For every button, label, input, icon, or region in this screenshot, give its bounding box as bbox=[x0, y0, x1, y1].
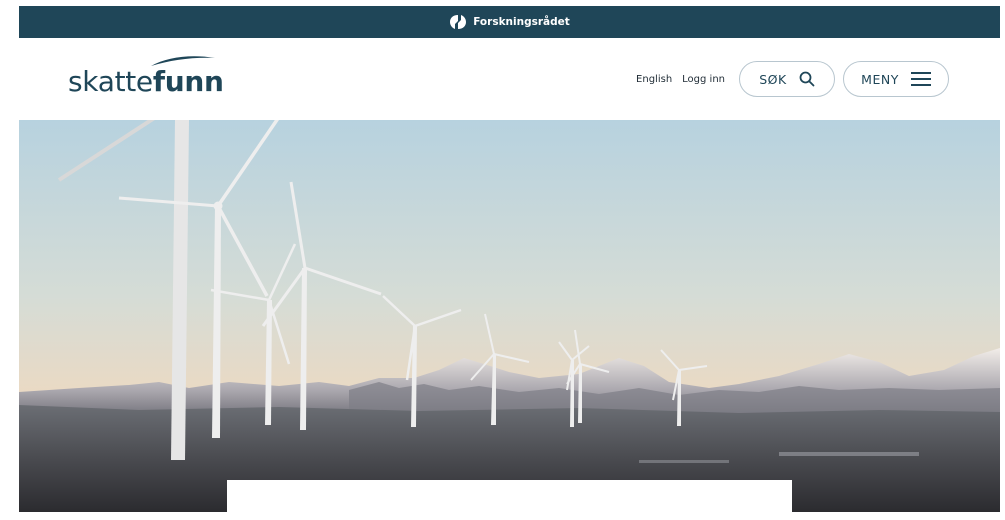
login-link[interactable]: Logg inn bbox=[682, 74, 725, 85]
logo-swoosh-icon bbox=[151, 56, 215, 66]
wind-turbines-photo bbox=[19, 120, 1000, 512]
skattefunn-logo[interactable]: skattefunn bbox=[68, 68, 224, 96]
forskningsradet-logo-icon bbox=[450, 15, 467, 29]
site-header: skattefunn English Logg inn SØK MENY bbox=[19, 38, 1000, 120]
logo-text-regular: skatte bbox=[68, 65, 153, 98]
org-name[interactable]: Forskningsrådet bbox=[473, 16, 570, 28]
search-button[interactable]: SØK bbox=[739, 61, 835, 97]
hamburger-icon bbox=[910, 72, 931, 86]
top-banner: Forskningsrådet bbox=[19, 6, 1000, 38]
search-icon bbox=[799, 71, 815, 87]
menu-button[interactable]: MENY bbox=[843, 61, 949, 97]
search-button-label: SØK bbox=[759, 71, 787, 87]
hero-image bbox=[19, 120, 1000, 512]
hero-content-card bbox=[227, 480, 792, 520]
menu-button-label: MENY bbox=[861, 71, 899, 87]
logo-text-bold: funn bbox=[152, 65, 224, 98]
english-link[interactable]: English bbox=[636, 74, 672, 85]
header-nav: English Logg inn SØK MENY bbox=[636, 60, 949, 98]
